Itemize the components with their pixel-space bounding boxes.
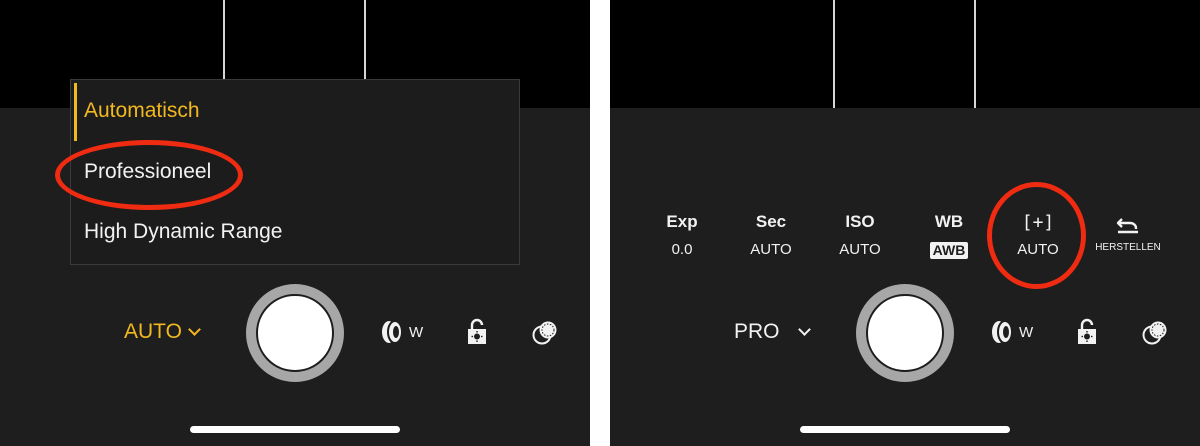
annotation-circle [987,182,1086,289]
reset-icon [1116,218,1138,234]
param-white-balance-value: AWB [929,242,969,259]
reset-button[interactable]: HERSTELLEN [1093,212,1163,253]
left-screen: Automatisch Professioneel High Dynamic R… [0,0,590,446]
param-exposure[interactable]: Exp 0.0 [647,212,717,258]
param-iso[interactable]: ISO AUTO [825,212,895,258]
param-shutter-speed-value: AUTO [750,241,792,258]
param-iso-value: AUTO [839,241,881,258]
param-white-balance[interactable]: WB AWB [914,212,984,260]
annotation-circle [55,140,243,210]
param-shutter-speed[interactable]: Sec AUTO [736,212,806,258]
param-white-balance-name: WB [934,212,964,231]
param-shutter-speed-name: Sec [755,212,787,231]
grid-line [974,0,976,108]
mode-switch[interactable]: PRO [734,320,811,344]
home-indicator[interactable] [190,426,400,433]
filter-icon[interactable] [532,320,558,346]
lens-icon[interactable] [380,318,406,346]
lens-label: W [1019,324,1034,341]
selected-indicator [74,83,77,141]
home-indicator[interactable] [800,426,1010,433]
exposure-lock-icon[interactable] [1076,318,1098,346]
grid-line [833,0,835,108]
param-exposure-name: Exp [666,212,698,231]
mode-switch-label: PRO [734,320,780,343]
menu-item-high-dynamic-range[interactable]: High Dynamic Range [84,220,282,244]
chevron-down-icon [797,322,811,336]
shutter-button[interactable] [246,284,344,382]
shutter-button[interactable] [856,284,954,382]
menu-item-automatisch[interactable]: Automatisch [84,99,200,123]
param-exposure-value: 0.0 [671,241,693,258]
viewfinder [610,0,1200,108]
chevron-down-icon [188,322,201,336]
reset-label: HERSTELLEN [1095,242,1161,253]
param-iso-name: ISO [845,212,875,231]
mode-switch[interactable]: AUTO [124,320,201,344]
exposure-lock-icon[interactable] [466,318,488,346]
lens-icon[interactable] [990,318,1016,346]
filter-icon[interactable] [1142,320,1168,346]
mode-switch-label: AUTO [124,320,182,343]
lens-label: W [409,324,424,341]
shutter-button-inner [256,294,334,372]
right-screen: Exp 0.0 Sec AUTO ISO AUTO WB AWB [+] AUT… [610,0,1200,446]
shutter-button-inner [866,294,944,372]
